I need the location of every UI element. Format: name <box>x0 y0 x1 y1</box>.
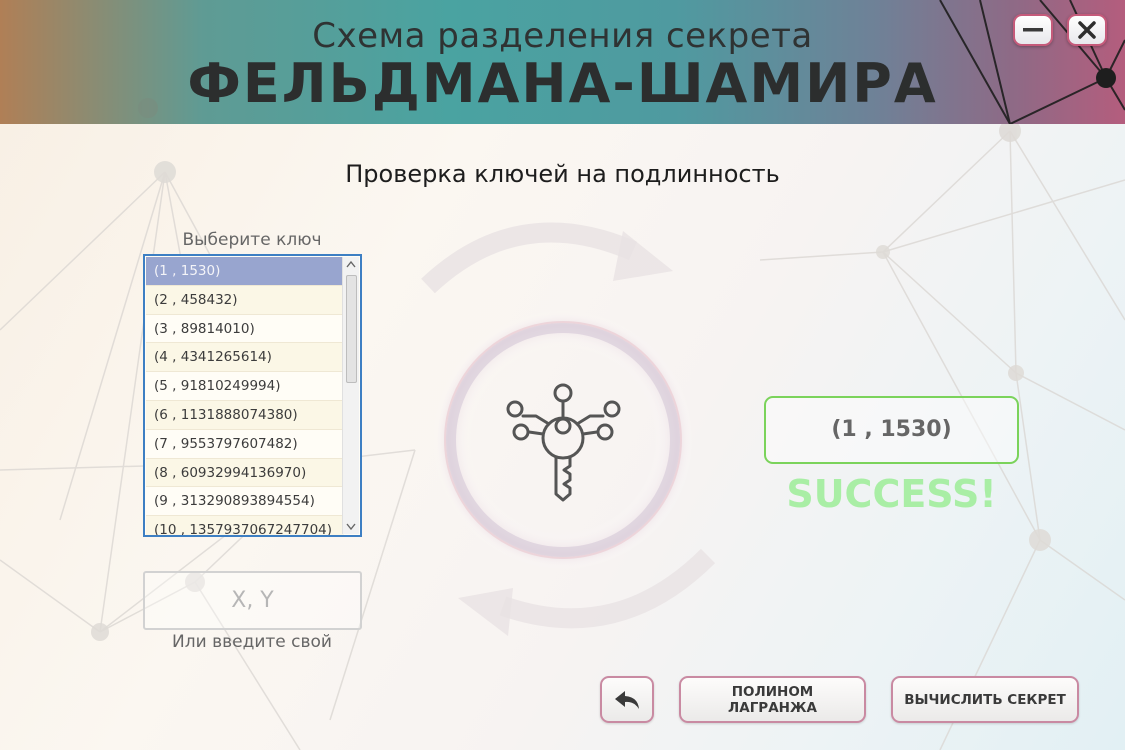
listbox-scrollbar[interactable] <box>342 257 359 534</box>
minimize-icon <box>1023 28 1043 32</box>
back-button[interactable] <box>600 676 654 723</box>
key-list-item[interactable]: (9 , 313290893894554) <box>146 487 344 517</box>
header-banner: Схема разделения секрета ФЕЛЬДМАНА-ШАМИР… <box>0 0 1125 124</box>
compute-secret-button[interactable]: ВЫЧИСЛИТЬ СЕКРЕТ <box>891 676 1079 723</box>
success-status: SUCCESS! <box>786 472 997 516</box>
lagrange-polynomial-button[interactable]: ПОЛИНОМ ЛАГРАНЖА <box>679 676 866 723</box>
close-icon <box>1078 21 1096 39</box>
scroll-down-icon[interactable] <box>346 522 356 530</box>
key-list-item[interactable]: (2 , 458432) <box>146 285 344 315</box>
select-key-label: Выберите ключ <box>182 230 322 250</box>
section-title: Проверка ключей на подлинность <box>345 160 780 188</box>
xy-input[interactable] <box>143 571 362 630</box>
enter-own-label: Или введите свой <box>172 632 332 652</box>
key-list-item[interactable]: (4 , 4341265614) <box>146 343 344 373</box>
minimize-button[interactable] <box>1013 14 1053 46</box>
result-value-box: (1 , 1530) <box>764 396 1019 464</box>
key-list-items: (1 , 1530) (2 , 458432) (3 , 89814010) (4 ,… <box>146 257 344 535</box>
key-list-item[interactable]: (10 , 1357937067247704) <box>146 516 344 535</box>
key-list-item[interactable]: (1 , 1530) <box>146 257 344 286</box>
header-subtitle: Схема разделения секрета <box>312 16 813 56</box>
scroll-up-icon[interactable] <box>346 260 356 268</box>
key-network-icon <box>421 222 716 636</box>
back-arrow-icon <box>615 690 639 709</box>
key-list-item[interactable]: (8 , 60932994136970) <box>146 458 344 488</box>
key-list-item[interactable]: (5 , 91810249994) <box>146 372 344 401</box>
header-title: ФЕЛЬДМАНА-ШАМИРА <box>187 52 938 115</box>
close-button[interactable] <box>1067 14 1107 46</box>
key-list-item[interactable]: (6 , 1131888074380) <box>146 400 344 430</box>
key-listbox[interactable]: (1 , 1530) (2 , 458432) (3 , 89814010) (4 ,… <box>143 254 362 537</box>
key-list-item[interactable]: (7 , 9553797607482) <box>146 430 344 459</box>
key-list-item[interactable]: (3 , 89814010) <box>146 315 344 344</box>
scroll-thumb[interactable] <box>346 275 357 383</box>
